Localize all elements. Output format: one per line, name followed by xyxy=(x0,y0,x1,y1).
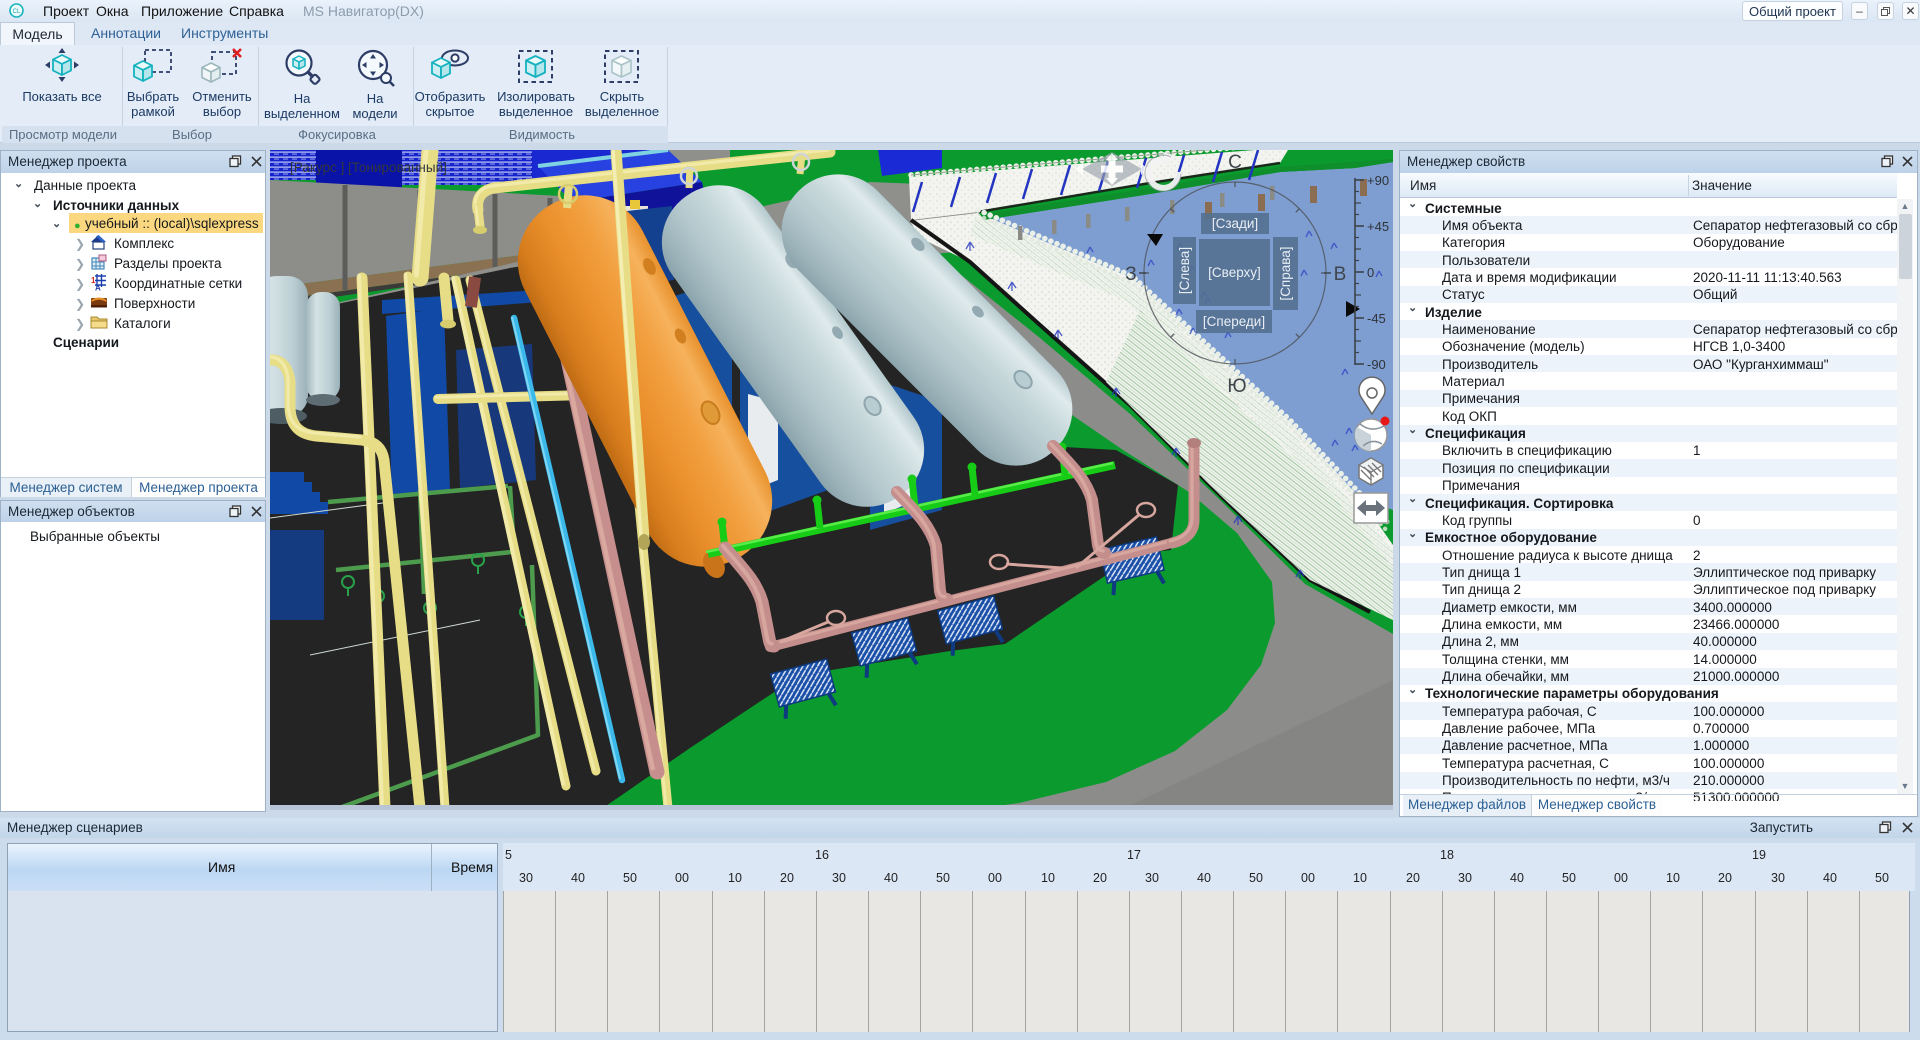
svg-text:[Сверху]: [Сверху] xyxy=(1208,265,1261,280)
svg-text:[Спереди]: [Спереди] xyxy=(1203,314,1265,329)
svg-text:Ю: Ю xyxy=(1227,376,1246,397)
svg-text:З: З xyxy=(1125,264,1136,285)
svg-text:[Сзади]: [Сзади] xyxy=(1212,216,1258,231)
svg-text:+90: +90 xyxy=(1367,173,1389,188)
svg-text:С: С xyxy=(1228,152,1242,173)
svg-text:CL: CL xyxy=(13,9,21,15)
svg-text:+45: +45 xyxy=(1367,219,1389,234)
svg-text:[Слева]: [Слева] xyxy=(1177,247,1192,294)
svg-text:В: В xyxy=(1334,264,1347,285)
svg-text:0: 0 xyxy=(1367,265,1374,280)
svg-text:[Ракурс ] [Тонированный]: [Ракурс ] [Тонированный] xyxy=(290,160,447,175)
svg-text:[Справа]: [Справа] xyxy=(1278,246,1293,300)
svg-text:-90: -90 xyxy=(1367,357,1386,372)
svg-text:А: А xyxy=(95,284,101,292)
svg-text:-45: -45 xyxy=(1367,311,1386,326)
